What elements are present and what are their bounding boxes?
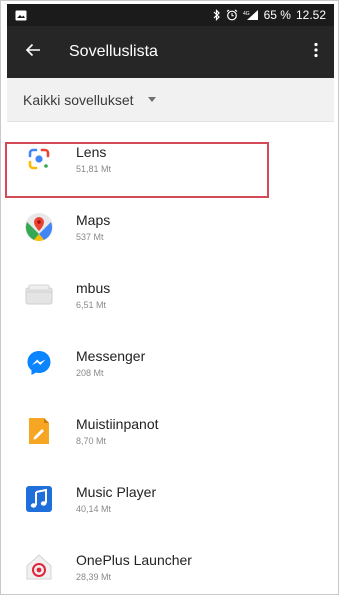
screenshot-frame: 4G 65 % 12.52 Sovelluslista Kaikki sovel… — [0, 0, 339, 595]
status-bar: 4G 65 % 12.52 — [7, 4, 334, 26]
alarm-icon — [226, 9, 238, 21]
app-size: 40,14 Mt — [76, 504, 112, 514]
svg-text:4G: 4G — [243, 11, 250, 17]
launcher-icon — [24, 552, 54, 582]
app-size: 208 Mt — [76, 368, 104, 378]
app-row-mbus[interactable]: mbus 6,51 Mt — [7, 261, 334, 329]
app-size: 51,81 Mt — [76, 164, 112, 174]
overflow-menu-button[interactable] — [298, 26, 334, 78]
app-row-oneplus-launcher[interactable]: OnePlus Launcher 28,39 Mt — [7, 533, 334, 594]
app-row-maps[interactable]: Maps 537 Mt — [7, 193, 334, 261]
dropdown-caret-icon — [147, 97, 156, 102]
app-row-music-player[interactable]: Music Player 40,14 Mt — [7, 465, 334, 533]
notes-icon — [24, 416, 54, 446]
app-name: Muistiinpanot — [76, 416, 159, 432]
app-size: 28,39 Mt — [76, 572, 112, 582]
app-row-lens[interactable]: Lens 51,81 Mt — [7, 125, 334, 193]
app-name: mbus — [76, 280, 111, 296]
arrow-back-icon — [25, 42, 41, 63]
app-row-messenger[interactable]: Messenger 208 Mt — [7, 329, 334, 397]
mbus-icon — [24, 280, 54, 310]
battery-level: 65 % — [263, 8, 291, 22]
app-size: 6,51 Mt — [76, 300, 107, 310]
messenger-icon — [24, 348, 54, 378]
maps-icon — [24, 212, 54, 242]
app-size: 8,70 Mt — [76, 436, 107, 446]
clock: 12.52 — [295, 8, 326, 22]
app-name: Music Player — [76, 484, 157, 500]
bluetooth-icon — [213, 9, 221, 21]
app-name: Maps — [76, 212, 111, 228]
app-name: Messenger — [76, 348, 146, 364]
app-size: 537 Mt — [76, 232, 104, 242]
app-bar: Sovelluslista — [7, 26, 334, 78]
app-list: Lens 51,81 Mt Maps 537 Mt mbus 6,51 Mt M… — [7, 125, 334, 594]
more-vert-icon — [314, 42, 318, 63]
signal-icon: 4G — [243, 9, 259, 21]
app-name: OnePlus Launcher — [76, 552, 192, 568]
app-row-muistiinpanot[interactable]: Muistiinpanot 8,70 Mt — [7, 397, 334, 465]
back-button[interactable] — [7, 26, 59, 78]
lens-icon — [24, 144, 54, 174]
gallery-notification-icon — [15, 10, 27, 21]
app-filter-dropdown[interactable]: Kaikki sovellukset — [7, 78, 334, 122]
app-name: Lens — [76, 144, 107, 160]
music-player-icon — [24, 484, 54, 514]
page-title: Sovelluslista — [69, 43, 158, 60]
filter-selected-value: Kaikki sovellukset — [23, 91, 134, 108]
